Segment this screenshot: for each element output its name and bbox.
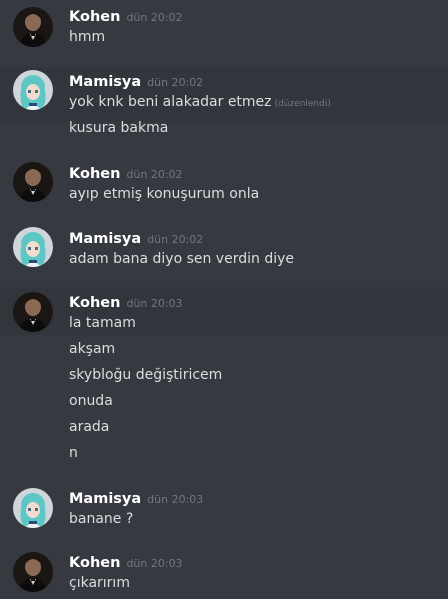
avatar-kohen[interactable] [13, 552, 53, 592]
username[interactable]: Mamisya [69, 74, 141, 90]
message-header: Kohen dün 20:02 [69, 6, 183, 26]
timestamp: dün 20:02 [126, 11, 183, 24]
message-text: banane ? [69, 511, 134, 527]
message-row-highlight [0, 287, 448, 335]
timestamp: dün 20:03 [126, 557, 183, 570]
message-text: hmm [69, 29, 106, 45]
message-text: la tamam [69, 315, 136, 331]
username[interactable]: Kohen [69, 295, 120, 311]
message-text: ayıp etmiş konuşurum onla [69, 186, 260, 202]
message-text: arada [69, 419, 110, 435]
message-header: Mamisya dün 20:02 [69, 228, 203, 248]
message-group: Kohen dün 20:03 çıkarırım [0, 546, 448, 599]
message-header: Kohen dün 20:02 [69, 163, 183, 183]
username[interactable]: Kohen [69, 9, 120, 25]
message-header: Mamisya dün 20:02 [69, 71, 203, 91]
message-header: Kohen dün 20:03 [69, 552, 183, 572]
avatar-kohen[interactable] [13, 292, 53, 332]
message-group: Kohen dün 20:02 hmm [0, 0, 448, 62]
timestamp: dün 20:03 [147, 493, 204, 506]
message-group: Mamisya dün 20:02 adam bana diyo sen verd… [0, 220, 448, 286]
message-text: kusura bakma [69, 120, 169, 136]
message-text: adam bana diyo sen verdin diye [69, 251, 294, 267]
avatar-mamisya[interactable] [13, 70, 53, 110]
avatar-kohen[interactable] [13, 7, 53, 47]
message-text: onuda [69, 393, 113, 409]
message-group: Mamisya dün 20:02 yok knk beni alakadar e… [0, 62, 448, 154]
timestamp: dün 20:02 [147, 76, 204, 89]
timestamp: dün 20:02 [147, 233, 204, 246]
edited-label: (düzenlendi) [274, 99, 331, 109]
message-group: Kohen dün 20:03 la tamam akşam skybloğu d… [0, 286, 448, 480]
timestamp: dün 20:02 [126, 168, 183, 181]
message-text: çıkarırım [69, 575, 130, 591]
username[interactable]: Mamisya [69, 491, 141, 507]
message-header: Mamisya dün 20:03 [69, 488, 203, 508]
message-header: Kohen dün 20:03 [69, 292, 183, 312]
avatar-mamisya[interactable] [13, 488, 53, 528]
avatar-kohen[interactable] [13, 162, 53, 202]
timestamp: dün 20:03 [126, 297, 183, 310]
message-text: akşam [69, 341, 116, 357]
message-text: skybloğu değiştiricem [69, 367, 223, 383]
username[interactable]: Kohen [69, 166, 120, 182]
avatar-mamisya[interactable] [13, 227, 53, 267]
message-text-content: yok knk beni alakadar etmez [69, 94, 272, 110]
message-text: yok knk beni alakadar etmez (düzenlendi) [69, 93, 331, 113]
message-group: Kohen dün 20:02 ayıp etmiş konuşurum onla [0, 154, 448, 220]
username[interactable]: Kohen [69, 555, 120, 571]
username[interactable]: Mamisya [69, 231, 141, 247]
message-group: Mamisya dün 20:03 banane ? [0, 480, 448, 546]
message-text: n [69, 445, 78, 461]
chat-messages: Kohen dün 20:02 hmm Mamisya dün 20:02 yok … [0, 0, 448, 599]
